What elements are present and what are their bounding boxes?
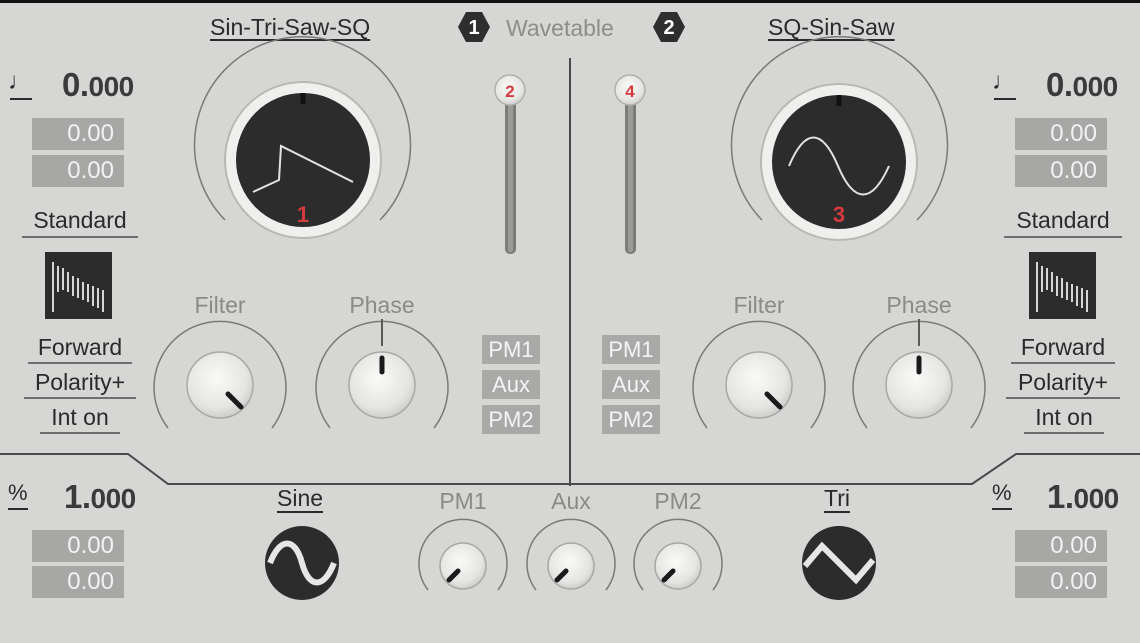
osc1-aux-chip[interactable]: Aux (482, 370, 540, 399)
bottom-aux-label: Aux (551, 488, 591, 514)
osc1-phase-label: Phase (349, 292, 415, 318)
bottom-aux-knob[interactable] (526, 518, 616, 591)
osc2-aux-chip[interactable]: Aux (602, 370, 660, 399)
osc2-filter-label: Filter (733, 292, 785, 318)
percent-icon: % (8, 480, 28, 505)
bottom-left-value-int: 1. (64, 478, 91, 515)
lfo2-wave-menu[interactable]: Tri (824, 485, 850, 512)
osc1-pm2-chip[interactable]: PM2 (482, 405, 540, 434)
bottom-right-field-b[interactable]: 0.00 (1015, 566, 1107, 598)
osc2-pm2-chip[interactable]: PM2 (602, 405, 660, 434)
osc2-slider-number: 4 (625, 82, 635, 101)
osc2-knob-number: 3 (833, 202, 845, 227)
triangle-wave-icon[interactable] (802, 526, 876, 600)
sine-wave-icon[interactable] (265, 526, 339, 600)
osc2-phase-label: Phase (886, 292, 952, 318)
lfo1-wave-menu[interactable]: Sine (277, 485, 323, 512)
panel-graphics: 1 3 2 4 (0, 36, 1140, 600)
osc2-phase-knob[interactable] (852, 319, 986, 429)
osc2-wave-position-knob[interactable]: 3 (730, 36, 949, 241)
bottom-right-value-int: 1. (1047, 478, 1074, 515)
osc1-pm1-chip[interactable]: PM1 (482, 335, 540, 364)
bottom-right-field-a[interactable]: 0.00 (1015, 530, 1107, 562)
bottom-pm2-label: PM2 (654, 488, 702, 514)
bottom-left-field-a[interactable]: 0.00 (32, 530, 124, 562)
osc1-wave-position-knob[interactable]: 1 (193, 36, 412, 239)
percent-icon: % (992, 480, 1012, 505)
bottom-pm1-label: PM1 (439, 488, 487, 514)
osc1-slider-number: 2 (505, 82, 514, 101)
osc1-knob-number: 1 (297, 202, 309, 227)
percent-icon-underline (8, 508, 28, 510)
bottom-right-value[interactable]: 1.000 (1047, 478, 1119, 516)
bottom-left-value-dec: 000 (90, 483, 137, 514)
osc2-pm1-chip[interactable]: PM1 (602, 335, 660, 364)
osc1-filter-label: Filter (194, 292, 246, 318)
bottom-pm2-knob[interactable] (633, 518, 723, 591)
percent-icon-underline (992, 508, 1012, 510)
osc2-filter-knob[interactable] (692, 320, 826, 429)
osc2-slider[interactable]: 4 (614, 74, 646, 254)
bottom-left-value[interactable]: 1.000 (64, 478, 136, 516)
osc1-slider[interactable]: 2 (494, 74, 526, 254)
bottom-right-value-dec: 000 (1073, 483, 1120, 514)
osc1-filter-knob[interactable] (153, 320, 287, 429)
osc1-phase-knob[interactable] (315, 319, 449, 429)
bottom-left-field-b[interactable]: 0.00 (32, 566, 124, 598)
bottom-pm1-knob[interactable] (418, 518, 508, 591)
